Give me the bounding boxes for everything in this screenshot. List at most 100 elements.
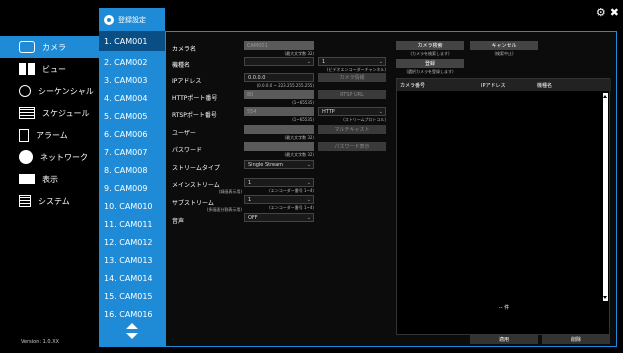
view-icon (19, 63, 35, 75)
column-model: 機種名 (537, 82, 553, 89)
sub-stream-sublabel: (多画面分割表示用) (206, 207, 242, 212)
audio-select[interactable]: OFF ⌄ (244, 213, 314, 222)
stream-type-value: Single Stream (248, 161, 284, 168)
channel-item[interactable]: 13. CAM013 (99, 250, 165, 270)
column-ip-address: IPアドレス (481, 82, 506, 89)
channel-item[interactable]: 14. CAM014 (99, 268, 165, 288)
camera-name-input[interactable]: CAM001 (244, 41, 314, 50)
channel-item[interactable]: 3. CAM003 (99, 70, 165, 90)
password-hint: (最大文字数 32) (284, 152, 314, 157)
gear-icon[interactable]: ⚙ (596, 6, 606, 19)
show-password-button[interactable]: パスワード表示 (318, 142, 386, 151)
sub-stream-label: サブストリーム (172, 200, 214, 207)
column-camera-number: カメラ番号 (400, 82, 426, 89)
channel-item[interactable]: 4. CAM004 (99, 88, 165, 108)
register-button[interactable]: 登録 (396, 59, 464, 68)
user-label: ユーザー (172, 130, 196, 137)
top-bar: 登録設定 ⚙ ✖ (0, 0, 623, 31)
sidebar-item-label: ネットワーク (40, 152, 88, 162)
sidebar-item-sequence[interactable]: シーケンシャル (0, 80, 99, 102)
channel-item[interactable]: 10. CAM010 (99, 196, 165, 216)
chevron-down-icon: ⌄ (306, 59, 311, 65)
protocol-hint: (ストリームプロトコル) (343, 117, 386, 122)
cancel-button[interactable]: キャンセル (470, 41, 538, 50)
globe-icon (19, 150, 33, 164)
encoder-value: 1 (322, 58, 326, 65)
camera-name-label: カメラ名 (172, 46, 197, 53)
version-text: Version: 1.0.XX (21, 339, 60, 345)
audio-label: 音声 (172, 218, 185, 225)
main-stream-hint: (エンコーダー番号 1~4) (269, 188, 314, 193)
sidebar-item-alarm[interactable]: アラーム (0, 124, 99, 146)
camera-settings-panel: カメラ名 CAM001 (最大文字数 32) 機種名 ⌄ 1 ⌄ (ビデオエンコー… (165, 31, 617, 347)
http-port-hint: (1~65535) (292, 100, 314, 105)
model-label: 機種名 (172, 62, 191, 69)
main-stream-value: 1 (248, 179, 252, 186)
calendar-icon (19, 107, 35, 119)
sidebar-item-schedule[interactable]: スケジュール (0, 102, 99, 124)
channel-page-arrows[interactable] (123, 323, 141, 343)
sidebar-item-camera[interactable]: カメラ (0, 36, 99, 58)
arrow-down-icon[interactable] (126, 333, 138, 339)
system-icon (19, 195, 31, 207)
protocol-select[interactable]: HTTP ⌄ (318, 107, 386, 116)
rtsp-port-hint: (1~65535) (292, 117, 314, 122)
encoder-select[interactable]: 1 ⌄ (318, 57, 386, 66)
camera-info-button[interactable]: カメラ情報 (318, 73, 386, 82)
user-input[interactable] (244, 125, 314, 134)
close-icon[interactable]: ✖ (610, 6, 619, 19)
camera-icon (19, 41, 35, 53)
apply-button[interactable]: 適用 (470, 335, 538, 344)
password-input[interactable] (244, 142, 314, 151)
channel-item[interactable]: 8. CAM008 (99, 160, 165, 180)
audio-value: OFF (248, 214, 258, 221)
delete-button[interactable]: 削除 (542, 335, 610, 344)
tab-registration-settings[interactable]: 登録設定 (99, 8, 165, 31)
ip-address-input[interactable]: 0.0.0.0 (244, 73, 314, 82)
ip-address-hint: (0.0.0.0 ~ 223.255.255.255) (256, 83, 314, 88)
channel-item[interactable]: 7. CAM007 (99, 142, 165, 162)
http-port-input[interactable]: 80 (244, 90, 314, 99)
http-port-label: HTTPポート番号 (172, 95, 218, 102)
sub-stream-value: 1 (248, 196, 252, 203)
channel-item[interactable]: 5. CAM005 (99, 106, 165, 126)
camera-search-hint: (カメラを検索します) (410, 51, 450, 56)
chevron-down-icon: ⌄ (306, 197, 311, 203)
sub-stream-hint: (エンコーダー番号 1~4) (269, 205, 314, 210)
channel-item[interactable]: 6. CAM006 (99, 124, 165, 144)
arrow-up-icon[interactable] (126, 323, 138, 329)
channel-list: 1. CAM001 2. CAM002 3. CAM003 4. CAM004 … (99, 31, 165, 347)
channel-item[interactable]: 1. CAM001 (99, 31, 165, 51)
sub-stream-select[interactable]: 1 ⌄ (244, 195, 314, 204)
stream-type-select[interactable]: Single Stream ⌄ (244, 160, 314, 169)
rtsp-url-button[interactable]: RTSP URL (318, 90, 386, 99)
channel-item[interactable]: 2. CAM002 (99, 52, 165, 72)
multicast-button[interactable]: マルチキャスト (318, 125, 386, 134)
rtsp-port-label: RTSPポート番号 (172, 112, 217, 119)
camera-search-button[interactable]: カメラ検索 (396, 41, 464, 50)
result-count: -- 件 (498, 305, 510, 311)
sidebar-item-network[interactable]: ネットワーク (0, 146, 99, 168)
sidebar-item-system[interactable]: システム (0, 190, 99, 212)
channel-item[interactable]: 15. CAM015 (99, 286, 165, 306)
sidebar-item-view[interactable]: ビュー (0, 58, 99, 80)
sequence-icon (19, 85, 31, 97)
channel-item[interactable]: 16. CAM016 (99, 304, 165, 324)
scroll-up-icon[interactable] (603, 95, 607, 98)
scroll-down-icon[interactable] (603, 296, 607, 299)
vertical-scrollbar[interactable] (603, 93, 608, 301)
model-select[interactable]: ⌄ (244, 57, 314, 66)
channel-item[interactable]: 12. CAM012 (99, 232, 165, 252)
sidebar: カメラ ビュー シーケンシャル スケジュール アラーム ネットワーク 表示 シス… (0, 31, 99, 353)
ip-address-label: IPアドレス (172, 78, 202, 85)
rtsp-port-input[interactable]: 554 (244, 107, 314, 116)
search-results-table[interactable]: カメラ番号 IPアドレス 機種名 -- 件 (396, 78, 611, 335)
protocol-value: HTTP (322, 108, 335, 115)
main-stream-select[interactable]: 1 ⌄ (244, 178, 314, 187)
chevron-down-icon: ⌄ (306, 162, 311, 168)
channel-item[interactable]: 11. CAM011 (99, 214, 165, 234)
channel-item[interactable]: 9. CAM009 (99, 178, 165, 198)
chevron-down-icon: ⌄ (378, 59, 383, 65)
sidebar-item-display[interactable]: 表示 (0, 168, 99, 190)
settings-tab-icon (104, 14, 114, 25)
